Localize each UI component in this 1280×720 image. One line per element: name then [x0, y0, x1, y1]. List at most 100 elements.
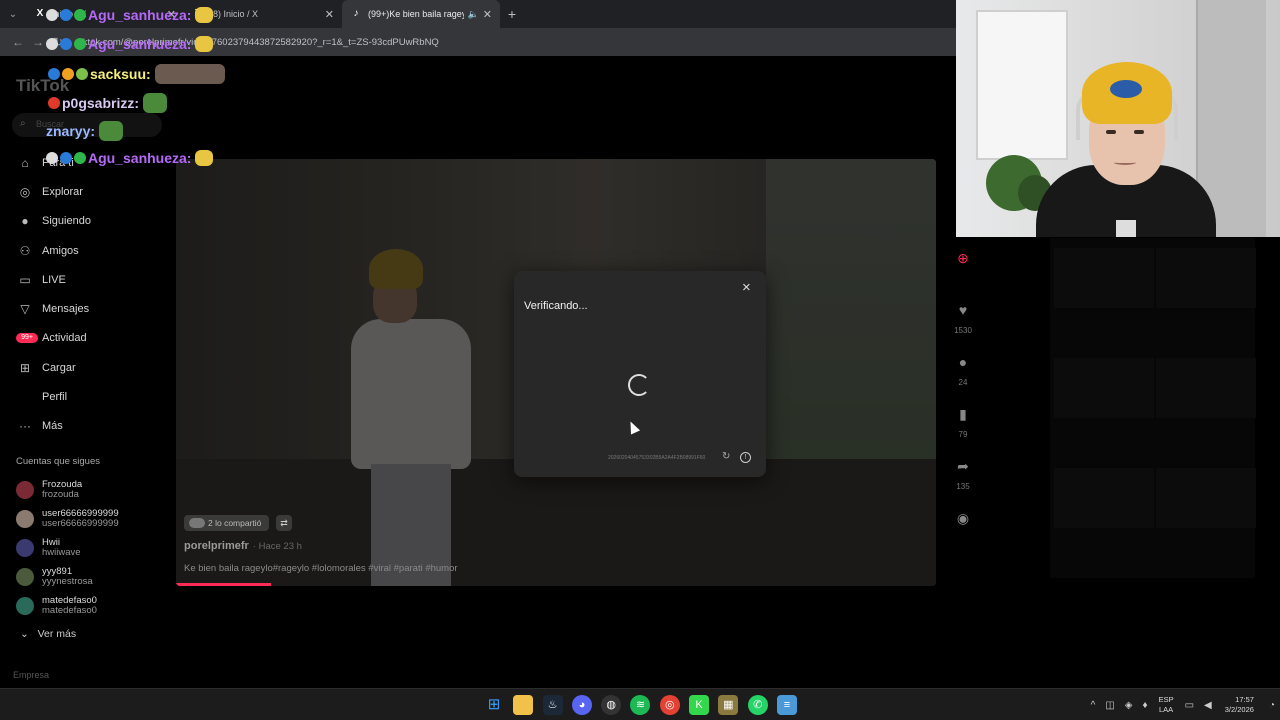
- share-button[interactable]: ➦ 135: [948, 458, 978, 510]
- browser-tab-3[interactable]: ♪ (99+)Ke bien baila rageylo# 🔈 ✕: [342, 0, 500, 28]
- nav-item-explorar[interactable]: ◎ Explorar: [0, 177, 172, 206]
- shirt-logo: [1116, 220, 1136, 237]
- chat-username: p0gsabrizz:: [62, 95, 140, 111]
- steam-icon[interactable]: ♨: [542, 695, 563, 715]
- see-more-label: Ver más: [37, 628, 77, 640]
- refresh-icon[interactable]: ↻: [722, 451, 730, 462]
- language-indicator[interactable]: ESP LAA: [1159, 695, 1174, 715]
- avatar-stack: [189, 518, 205, 528]
- forward-arrow-icon[interactable]: →: [28, 35, 48, 49]
- nav-item-mensajes[interactable]: ▽ Mensajes: [0, 294, 172, 323]
- back-arrow-icon[interactable]: ←: [8, 35, 28, 49]
- music-disc[interactable]: ◉: [948, 510, 978, 530]
- following-icon: ●: [21, 214, 29, 229]
- search-icon: ⌕: [20, 118, 26, 129]
- avatar: [16, 480, 34, 499]
- share-icon: ➦: [957, 458, 969, 474]
- following-item[interactable]: Hwii hwiiwave: [16, 533, 119, 562]
- chat-message: znaryy:: [46, 121, 124, 141]
- skeleton-cell: [1156, 468, 1256, 528]
- network-icon[interactable]: ▭: [1185, 700, 1194, 711]
- comment-icon: ●: [958, 354, 968, 370]
- skeleton-cell: [1054, 248, 1154, 308]
- tab-title: (99+)Ke bien baila rageylo#: [368, 9, 464, 19]
- file-explorer-icon[interactable]: [513, 695, 534, 715]
- chat-username: Agu_sanhueza:: [88, 150, 192, 166]
- following-item[interactable]: matedefaso0 matedefaso0: [16, 592, 119, 621]
- post-age: · Hace 23 h: [252, 541, 302, 552]
- lang-code: ESP: [1158, 695, 1174, 704]
- kick-icon[interactable]: K: [689, 695, 710, 715]
- chat-emote-icon: [99, 121, 124, 141]
- avatar: [16, 538, 34, 557]
- chat-emote-icon: [143, 93, 168, 113]
- layout-code: LAA: [1158, 705, 1174, 714]
- obs-icon[interactable]: ◍: [601, 695, 622, 715]
- volume-icon[interactable]: ◀: [1204, 700, 1212, 711]
- chrome-icon[interactable]: ◎: [659, 695, 680, 715]
- following-handle: matedefaso0: [42, 605, 97, 617]
- tab-search-icon[interactable]: ⌄: [0, 0, 26, 28]
- tab-title: (8) Inicio / X: [210, 9, 259, 19]
- nav-label: Actividad: [42, 332, 87, 345]
- heart-icon: ♥: [958, 302, 968, 318]
- activity-badge: 99+: [16, 333, 38, 344]
- following-item[interactable]: Frozouda frozouda: [16, 475, 119, 504]
- friends-icon: ⚇: [19, 243, 31, 258]
- x-logo-icon: X: [36, 8, 44, 19]
- discord-icon[interactable]: ◕: [571, 695, 592, 715]
- nav-item-actividad[interactable]: 99+ Actividad: [0, 324, 172, 353]
- clock[interactable]: 17:57 3/2/2026: [1225, 695, 1254, 715]
- windows-start-icon[interactable]: ⊞: [484, 695, 504, 715]
- following-item[interactable]: yyy891 yyynestrosa: [16, 563, 119, 592]
- whatsapp-icon[interactable]: ✆: [747, 695, 768, 715]
- chat-username: znaryy:: [46, 123, 96, 139]
- taskbar-apps: ⊞ ♨ ◕ ◍ ≋ ◎ K ▦ ✆ ≡: [484, 695, 806, 715]
- info-icon[interactable]: !: [740, 452, 751, 463]
- notification-bell-icon[interactable]: ◔: [1269, 700, 1275, 711]
- chat-username: Agu_sanhueza:: [88, 7, 192, 23]
- chat-badge-icon: [60, 38, 72, 50]
- footer-empresa-link[interactable]: Empresa: [13, 670, 49, 680]
- compass-icon: ◎: [19, 184, 31, 199]
- video-progress-bar[interactable]: [176, 583, 271, 586]
- minecraft-icon[interactable]: ▦: [718, 695, 739, 715]
- close-icon[interactable]: ×: [742, 279, 751, 296]
- nav-item-live[interactable]: ▭ LIVE: [0, 265, 172, 294]
- nav-item-perfil[interactable]: Perfil: [0, 382, 172, 411]
- bookmark-icon: ▮: [959, 406, 967, 422]
- nav-label: Mensajes: [42, 303, 90, 316]
- follow-button[interactable]: ⊕: [948, 250, 978, 302]
- spotify-icon[interactable]: ≋: [630, 695, 651, 715]
- nav-item-amigos[interactable]: ⚇ Amigos: [0, 236, 172, 265]
- windows-taskbar: ⊞ ♨ ◕ ◍ ≋ ◎ K ▦ ✆ ≡ ^ ◫ ◈ ♦ ESP LAA ▭ ◀ 1…: [0, 688, 1280, 720]
- tab-close-icon[interactable]: ✕: [483, 8, 492, 21]
- save-button[interactable]: ▮ 79: [948, 406, 978, 458]
- following-list: Frozouda frozouda user66666999999 user6666…: [16, 475, 119, 621]
- like-button[interactable]: ♥ 1530: [948, 302, 978, 354]
- video-author[interactable]: porelprimefr · Hace 23 h: [184, 540, 302, 552]
- tray-app-icon[interactable]: ◫: [1105, 700, 1114, 711]
- chevron-up-icon[interactable]: ^: [1091, 700, 1096, 711]
- chat-badge-icon: [76, 68, 88, 80]
- tab-close-icon[interactable]: ✕: [325, 8, 334, 21]
- speaker-icon[interactable]: 🔈: [468, 9, 479, 20]
- following-item[interactable]: user66666999999 user66666999999: [16, 504, 119, 533]
- comment-button[interactable]: ● 24: [948, 354, 978, 406]
- repost-icon[interactable]: ⇄: [276, 515, 292, 531]
- notepad-icon[interactable]: ≡: [776, 695, 797, 715]
- following-handle: yyynestrosa: [42, 576, 93, 588]
- chat-badge-icon: [60, 152, 72, 164]
- comments-panel-placeholder: [1050, 238, 1256, 578]
- new-tab-button[interactable]: +: [500, 6, 524, 22]
- microphone-icon[interactable]: ♦: [1142, 700, 1147, 711]
- shared-by-chip[interactable]: 2 lo compartió: [184, 515, 270, 531]
- system-tray: ^ ◫ ◈ ♦ ESP LAA ▭ ◀ 17:57 3/2/2026 ◔: [1086, 689, 1280, 720]
- chat-badge-icon: [48, 68, 60, 80]
- tray-app-icon[interactable]: ◈: [1125, 700, 1133, 711]
- more-icon: ···: [19, 419, 31, 434]
- nav-item-mas[interactable]: ··· Más: [0, 412, 172, 441]
- nav-item-cargar[interactable]: ⊞ Cargar: [0, 353, 172, 382]
- nav-item-siguiendo[interactable]: ● Siguiendo: [0, 207, 172, 236]
- see-more-button[interactable]: ⌄ Ver más: [20, 628, 76, 640]
